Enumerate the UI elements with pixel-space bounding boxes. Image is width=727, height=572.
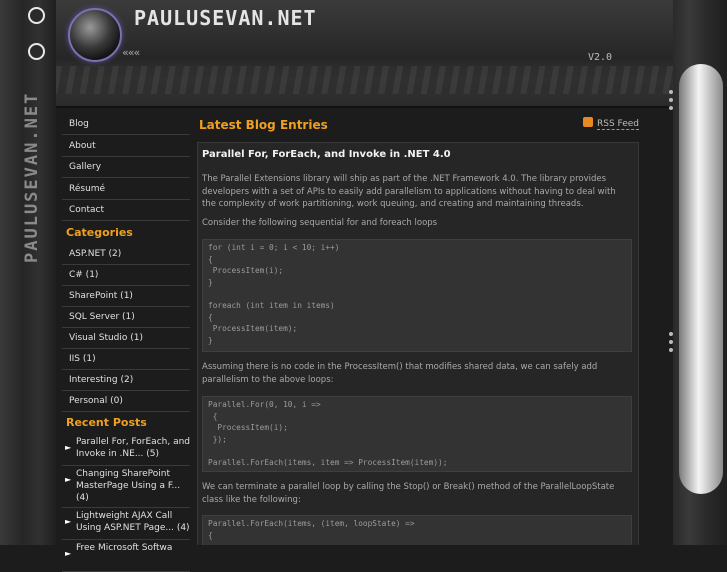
header-banner: PAULUSEVAN.NET ««« V2.0: [56, 0, 673, 108]
recent-post-item[interactable]: ► Lightweight AJAX Call Using ASP.NET Pag…: [62, 508, 190, 540]
category-item[interactable]: Personal (0): [62, 391, 190, 412]
knob-icon: [68, 8, 122, 62]
recent-post-label: Free Microsoft Softwa: [76, 542, 173, 553]
nav-item-resume[interactable]: Résumé: [62, 179, 190, 200]
page-title: Latest Blog Entries: [199, 118, 328, 132]
recent-post-label: Parallel For, ForEach, and Invoke in .NE…: [76, 436, 191, 459]
sidebar: Blog About Gallery Résumé Contact Catego…: [62, 114, 190, 572]
recent-post-item[interactable]: ► Free Microsoft Softwa: [62, 540, 190, 572]
recent-posts-list: ► Parallel For, ForEach, and Invoke in .N…: [62, 434, 190, 572]
recent-posts-heading: Recent Posts: [66, 415, 147, 429]
post-paragraph: The Parallel Extensions library will shi…: [202, 174, 616, 209]
category-item[interactable]: SQL Server (1): [62, 307, 190, 328]
code-block: for (int i = 0; i < 10; i++) { ProcessIt…: [202, 239, 632, 352]
nav-item-about[interactable]: About: [62, 136, 190, 157]
ring-icon: [28, 7, 45, 24]
pipe-decoration: [669, 64, 723, 494]
right-rail: [669, 0, 727, 545]
blog-post: Parallel For, ForEach, and Invoke in .NE…: [197, 142, 639, 545]
category-item[interactable]: IIS (1): [62, 349, 190, 370]
nav-item-gallery[interactable]: Gallery: [62, 157, 190, 178]
version-label: V2.0: [588, 52, 613, 63]
main-content: Latest Blog Entries RSS Feed Parallel Fo…: [197, 114, 639, 545]
category-item[interactable]: ASP.NET (2): [62, 244, 190, 265]
code-block: Parallel.For(0, 10, i => { ProcessItem(i…: [202, 396, 632, 472]
rss-label: RSS Feed: [596, 119, 639, 130]
rss-icon: [582, 117, 593, 127]
arrow-icon: ►: [65, 516, 72, 526]
recent-post-item[interactable]: ► Changing SharePoint MasterPage Using a …: [62, 466, 190, 508]
arrow-icon: ►: [65, 474, 72, 484]
category-item[interactable]: Interesting (2): [62, 370, 190, 391]
nav-item-contact[interactable]: Contact: [62, 200, 190, 221]
arrow-icon: ►: [65, 548, 72, 558]
post-paragraph: Assuming there is no code in the Process…: [202, 362, 598, 385]
recent-post-label: Lightweight AJAX Call Using ASP.NET Page…: [76, 510, 190, 533]
site-title[interactable]: PAULUSEVAN.NET: [134, 6, 317, 30]
arrow-icon: ►: [65, 442, 72, 452]
side-logo: PAULUSEVAN.NET: [22, 92, 42, 264]
post-paragraph: We can terminate a parallel loop by call…: [202, 482, 615, 505]
post-paragraph: Consider the following sequential for an…: [202, 218, 438, 228]
nav-item-blog[interactable]: Blog: [62, 114, 190, 135]
left-rail: PAULUSEVAN.NET: [0, 0, 56, 545]
post-title[interactable]: Parallel For, ForEach, and Invoke in .NE…: [202, 149, 451, 160]
category-item[interactable]: C# (1): [62, 265, 190, 286]
ring-icon: [28, 43, 45, 60]
category-item[interactable]: SharePoint (1): [62, 286, 190, 307]
chevrons-icon: «««: [122, 46, 140, 59]
categories-heading: Categories: [66, 225, 133, 239]
recent-post-label: Changing SharePoint MasterPage Using a F…: [76, 468, 181, 503]
main-nav: Blog About Gallery Résumé Contact: [62, 114, 190, 221]
category-item[interactable]: Visual Studio (1): [62, 328, 190, 349]
code-block: Parallel.ForEach(items, (item, loopState…: [202, 515, 632, 545]
header-stripe: [56, 66, 673, 94]
category-list: ASP.NET (2) C# (1) SharePoint (1) SQL Se…: [62, 244, 190, 412]
recent-post-item[interactable]: ► Parallel For, ForEach, and Invoke in .N…: [62, 434, 190, 466]
rss-feed-link[interactable]: RSS Feed: [582, 117, 639, 130]
